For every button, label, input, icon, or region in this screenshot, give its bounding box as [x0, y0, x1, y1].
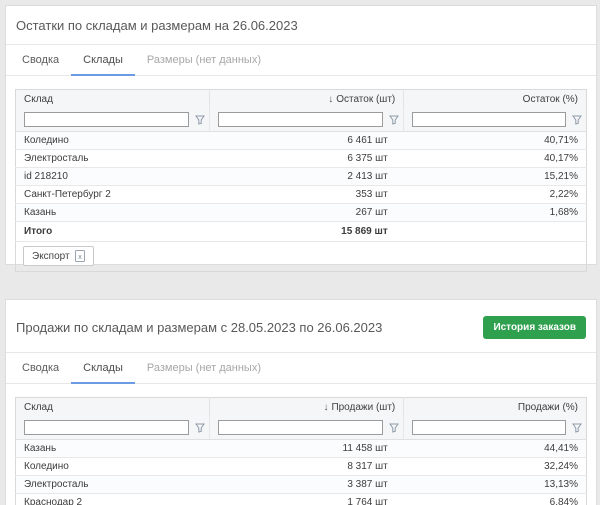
total-pct [404, 222, 587, 242]
filter-input-warehouse[interactable] [24, 420, 189, 435]
pct-cell: 44,41% [404, 440, 587, 458]
tab-item[interactable]: Размеры (нет данных) [135, 353, 273, 384]
total-qty: 15 869 шт [210, 222, 404, 242]
stock-section-card: Остатки по складам и размерам на 26.06.2… [5, 5, 597, 265]
qty-cell: 3 387 шт [210, 476, 404, 494]
table-row[interactable]: Коледино 6 461 шт 40,71% [16, 132, 587, 150]
qty-cell: 6 375 шт [210, 150, 404, 168]
column-header-sales-pct[interactable]: Продажи (%) [404, 398, 587, 417]
qty-cell: 353 шт [210, 186, 404, 204]
warehouse-cell: Коледино [16, 132, 210, 150]
filter-funnel-icon[interactable] [572, 423, 582, 433]
pct-cell: 15,21% [404, 168, 587, 186]
sort-desc-icon: ↓ [323, 402, 328, 413]
tab-item[interactable]: Сводка [10, 353, 71, 384]
export-button[interactable]: Экспорт x [23, 246, 94, 266]
sales-title-row: Продажи по складам и размерам с 28.05.20… [6, 300, 596, 352]
qty-cell: 267 шт [210, 204, 404, 222]
excel-file-icon: x [75, 250, 85, 262]
column-header-stock-pct[interactable]: Остаток (%) [404, 90, 587, 109]
tab-item[interactable]: Размеры (нет данных) [135, 45, 273, 76]
stock-header-row: Склад ↓ Остаток (шт) Остаток (%) [16, 90, 587, 109]
sales-section-title: Продажи по складам и размерам с 28.05.20… [16, 320, 382, 335]
pct-cell: 32,24% [404, 458, 587, 476]
table-row[interactable]: Санкт-Петербург 2 353 шт 2,22% [16, 186, 587, 204]
sales-section-card: Продажи по складам и размерам с 28.05.20… [5, 299, 597, 505]
filter-funnel-icon[interactable] [195, 115, 205, 125]
tab-item[interactable]: Склады [71, 45, 135, 76]
order-history-button[interactable]: История заказов [483, 316, 586, 339]
column-header-label: Продажи (шт) [331, 402, 395, 413]
pct-cell: 2,22% [404, 186, 587, 204]
stock-filter-row [16, 109, 587, 132]
warehouse-cell: id 218210 [16, 168, 210, 186]
filter-input-sales-pct[interactable] [412, 420, 566, 435]
pct-cell: 13,13% [404, 476, 587, 494]
qty-cell: 6 461 шт [210, 132, 404, 150]
export-button-label: Экспорт [32, 251, 70, 262]
column-header-label: Склад [24, 402, 53, 413]
column-header-label: Продажи (%) [518, 402, 578, 413]
qty-cell: 8 317 шт [210, 458, 404, 476]
column-header-stock-qty[interactable]: ↓ Остаток (шт) [210, 90, 404, 109]
stock-tab-bar: Сводка Склады Размеры (нет данных) [6, 45, 596, 76]
table-row[interactable]: Казань 11 458 шт 44,41% [16, 440, 587, 458]
sort-desc-icon: ↓ [328, 94, 333, 105]
filter-funnel-icon[interactable] [195, 423, 205, 433]
filter-input-sales-qty[interactable] [218, 420, 383, 435]
warehouse-cell: Электросталь [16, 476, 210, 494]
sales-tab-bar: Сводка Склады Размеры (нет данных) [6, 353, 596, 384]
qty-cell: 2 413 шт [210, 168, 404, 186]
column-header-warehouse[interactable]: Склад [16, 90, 210, 109]
filter-funnel-icon[interactable] [389, 423, 399, 433]
sales-table: Склад ↓ Продажи (шт) Продажи (%) [15, 397, 587, 505]
filter-funnel-icon[interactable] [572, 115, 582, 125]
column-header-label: Склад [24, 94, 53, 105]
pct-cell: 40,71% [404, 132, 587, 150]
filter-input-stock-qty[interactable] [218, 112, 383, 127]
pct-cell: 6,84% [404, 494, 587, 505]
qty-cell: 11 458 шт [210, 440, 404, 458]
tab-item[interactable]: Склады [71, 353, 135, 384]
table-row[interactable]: Электросталь 6 375 шт 40,17% [16, 150, 587, 168]
filter-input-stock-pct[interactable] [412, 112, 566, 127]
table-row[interactable]: Казань 267 шт 1,68% [16, 204, 587, 222]
sales-header-row: Склад ↓ Продажи (шт) Продажи (%) [16, 398, 587, 417]
warehouse-cell: Электросталь [16, 150, 210, 168]
filter-input-warehouse[interactable] [24, 112, 189, 127]
filter-funnel-icon[interactable] [389, 115, 399, 125]
stock-section-title: Остатки по складам и размерам на 26.06.2… [16, 18, 298, 33]
table-row[interactable]: id 218210 2 413 шт 15,21% [16, 168, 587, 186]
table-row[interactable]: Коледино 8 317 шт 32,24% [16, 458, 587, 476]
column-header-label: Остаток (шт) [336, 94, 395, 105]
qty-cell: 1 764 шт [210, 494, 404, 505]
total-row: Итого 15 869 шт [16, 222, 587, 242]
table-row[interactable]: Электросталь 3 387 шт 13,13% [16, 476, 587, 494]
warehouse-cell: Казань [16, 440, 210, 458]
stock-title-row: Остатки по складам и размерам на 26.06.2… [6, 6, 596, 44]
column-header-label: Остаток (%) [523, 94, 578, 105]
column-header-sales-qty[interactable]: ↓ Продажи (шт) [210, 398, 404, 417]
warehouse-cell: Санкт-Петербург 2 [16, 186, 210, 204]
sales-filter-row [16, 417, 587, 440]
warehouse-cell: Коледино [16, 458, 210, 476]
stock-table: Склад ↓ Остаток (шт) Остаток (%) [15, 89, 587, 272]
pct-cell: 40,17% [404, 150, 587, 168]
column-header-warehouse[interactable]: Склад [16, 398, 210, 417]
warehouse-cell: Казань [16, 204, 210, 222]
tab-item[interactable]: Сводка [10, 45, 71, 76]
svg-text:x: x [78, 254, 82, 261]
pct-cell: 1,68% [404, 204, 587, 222]
total-label: Итого [16, 222, 210, 242]
warehouse-cell: Краснодар 2 [16, 494, 210, 505]
table-row[interactable]: Краснодар 2 1 764 шт 6,84% [16, 494, 587, 505]
